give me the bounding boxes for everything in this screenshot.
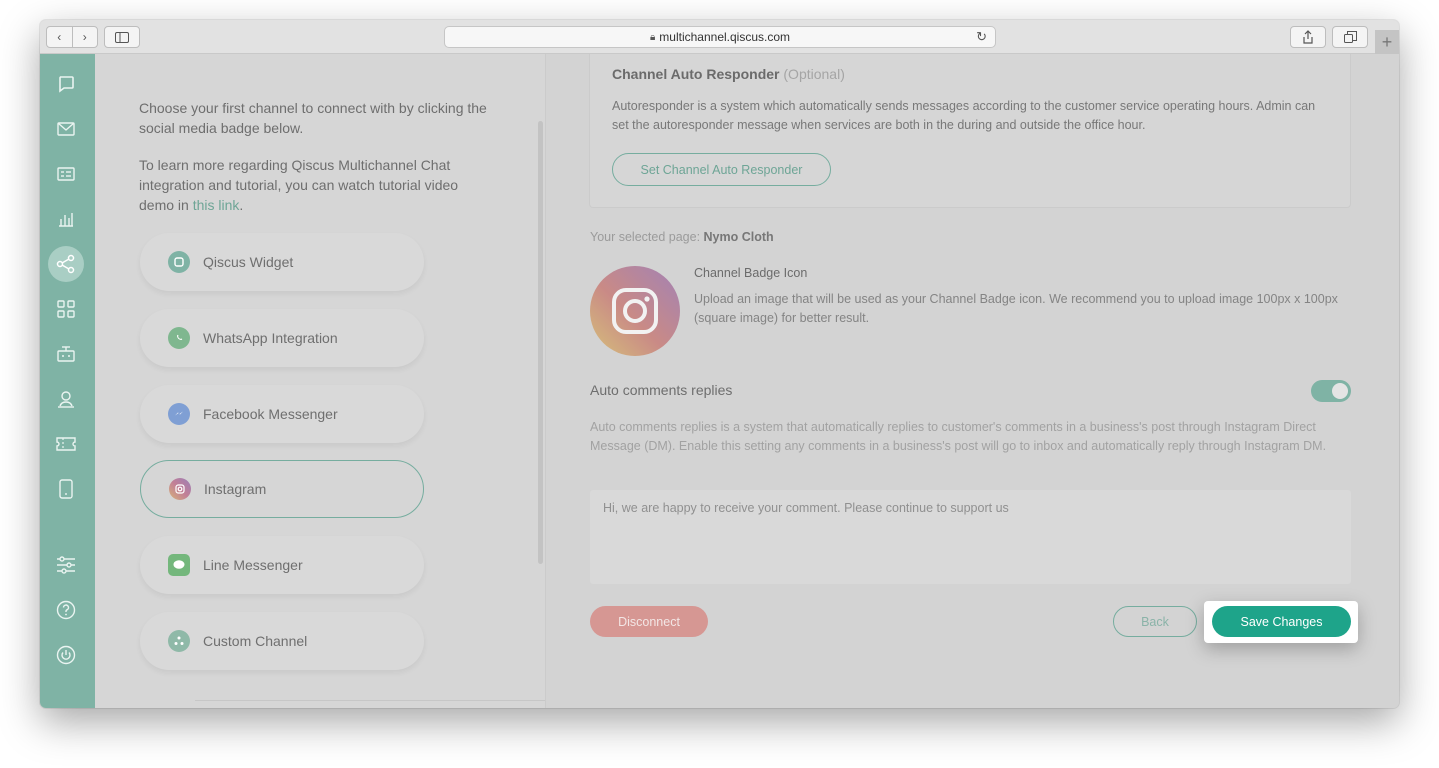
channel-label: Line Messenger [203, 557, 303, 573]
contact-card-icon[interactable] [51, 159, 81, 189]
line-icon [168, 554, 190, 576]
sidebar-icon [115, 31, 129, 43]
selected-page-label: Your selected page: [590, 230, 701, 244]
channel-item-whatsapp[interactable]: WhatsApp Integration [140, 309, 424, 367]
mobile-icon[interactable] [51, 474, 81, 504]
badge-desc: Upload an image that will be used as you… [694, 292, 1338, 325]
browser-window: ‹ › 🔒︎ multichannel.qiscus.com ↻ + Choos… [40, 20, 1399, 708]
url-text: multichannel.qiscus.com [659, 30, 791, 44]
intro-text: Choose your first channel to connect wit… [139, 100, 487, 136]
set-auto-responder-button[interactable]: Set Channel Auto Responder [612, 153, 831, 186]
badge-title: Channel Badge Icon [694, 266, 808, 280]
tabs-icon [1343, 31, 1357, 43]
channel-item-qiscus-widget[interactable]: Qiscus Widget [140, 233, 424, 291]
lock-icon: 🔒︎ [649, 31, 656, 43]
nav-buttons: ‹ › [46, 26, 98, 48]
tutorial-link[interactable]: this link [193, 197, 240, 213]
channel-label: Facebook Messenger [203, 406, 338, 422]
channel-badge-image[interactable] [590, 266, 680, 356]
app-sidebar [40, 54, 95, 708]
new-tab-button[interactable]: + [1375, 30, 1399, 54]
sidebar-toggle-button[interactable] [104, 26, 140, 48]
custom-channel-icon [168, 630, 190, 652]
forward-nav-icon[interactable]: › [73, 27, 98, 47]
channel-item-line[interactable]: Line Messenger [140, 536, 424, 594]
analytics-chart-icon[interactable] [51, 204, 81, 234]
power-icon[interactable] [51, 640, 81, 670]
selected-page: Your selected page: Nymo Cloth [590, 230, 774, 244]
agent-icon[interactable] [51, 384, 81, 414]
whatsapp-icon [168, 327, 190, 349]
list-divider [195, 700, 550, 701]
channel-label: Custom Channel [203, 633, 308, 649]
channel-list-scrollbar[interactable] [538, 121, 543, 564]
auto-responder-desc: Autoresponder is a system which automati… [612, 99, 1316, 132]
tutorial-text-suffix: . [239, 197, 244, 213]
address-bar[interactable]: 🔒︎ multichannel.qiscus.com ↻ [444, 26, 996, 48]
chat-bubble-icon[interactable] [51, 69, 81, 99]
auto-responder-card: Channel Auto Responder (Optional) Autore… [589, 54, 1351, 208]
channel-label: Qiscus Widget [203, 254, 294, 270]
auto-responder-title-text: Channel Auto Responder [612, 66, 780, 82]
disconnect-button[interactable]: Disconnect [590, 606, 708, 637]
optional-label: (Optional) [783, 66, 845, 82]
save-changes-button[interactable]: Save Changes [1212, 606, 1351, 637]
auto-reply-message-input[interactable]: Hi, we are happy to receive your comment… [590, 490, 1351, 584]
auto-comments-label: Auto comments replies [590, 382, 733, 398]
channels-share-icon[interactable] [48, 246, 84, 282]
channel-settings-panel: Channel Auto Responder (Optional) Autore… [546, 54, 1399, 708]
messenger-icon [168, 403, 190, 425]
apps-grid-icon[interactable] [51, 294, 81, 324]
qiscus-widget-icon [168, 251, 190, 273]
channel-item-instagram[interactable]: Instagram [140, 460, 424, 518]
tutorial-text: To learn more regarding Qiscus Multichan… [139, 155, 489, 215]
instagram-icon [169, 478, 191, 500]
auto-comments-desc: Auto comments replies is a system that a… [590, 420, 1327, 453]
channel-item-custom-channel[interactable]: Custom Channel [140, 612, 424, 670]
settings-sliders-icon[interactable] [51, 550, 81, 580]
auto-responder-title: Channel Auto Responder (Optional) [612, 66, 845, 82]
back-button[interactable]: Back [1113, 606, 1197, 637]
reload-icon[interactable]: ↻ [976, 29, 987, 45]
app-page: Choose your first channel to connect wit… [40, 54, 1399, 708]
channel-label: Instagram [204, 481, 267, 497]
bot-icon[interactable] [51, 339, 81, 369]
share-icon [1303, 30, 1313, 44]
instagram-logo-icon [612, 288, 658, 334]
tabs-button[interactable] [1332, 26, 1368, 48]
plus-icon: + [1381, 31, 1393, 52]
toggle-knob [1332, 383, 1348, 399]
browser-toolbar: ‹ › 🔒︎ multichannel.qiscus.com ↻ + [40, 20, 1399, 54]
selected-page-value: Nymo Cloth [703, 230, 774, 244]
ticket-icon[interactable] [51, 429, 81, 459]
back-nav-icon[interactable]: ‹ [47, 27, 73, 47]
tutorial-text-prefix: To learn more regarding Qiscus Multichan… [139, 157, 459, 213]
mail-icon[interactable] [51, 114, 81, 144]
channel-item-facebook-messenger[interactable]: Facebook Messenger [140, 385, 424, 443]
channel-list-panel: Choose your first channel to connect wit… [95, 54, 550, 708]
auto-comments-toggle[interactable] [1311, 380, 1351, 402]
share-button[interactable] [1290, 26, 1326, 48]
help-icon[interactable] [51, 595, 81, 625]
channel-label: WhatsApp Integration [203, 330, 338, 346]
